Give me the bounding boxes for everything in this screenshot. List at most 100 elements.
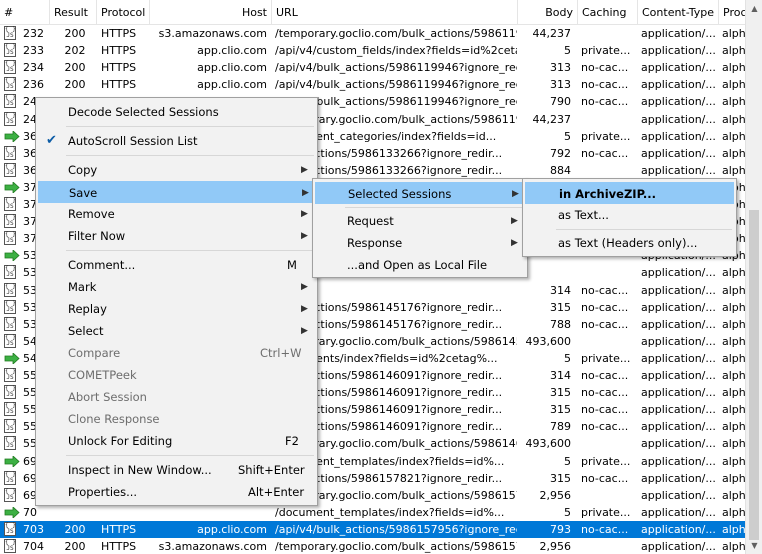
table-row[interactable]: { } JS 703 200 HTTPS app.clio.com/api/v4/bulk…: [0, 521, 745, 538]
menu-item-mark[interactable]: Mark ▶: [38, 276, 315, 298]
content-type-cell: application/...: [641, 540, 716, 553]
content-type-cell: application/...: [641, 437, 716, 450]
protocol-cell: HTTPS: [101, 540, 137, 553]
body-size-cell: 793: [550, 523, 571, 536]
menu-item-clone-response[interactable]: Clone Response: [38, 408, 315, 430]
caching-cell: [578, 111, 636, 128]
checkmark-icon: ✔: [46, 133, 57, 148]
process-cell: alpha: [722, 147, 745, 160]
process-cell: alpha: [722, 284, 745, 297]
menu-separator: [66, 250, 314, 251]
column-header-host[interactable]: Host: [150, 0, 272, 25]
redirect-arrow-icon: [4, 180, 20, 195]
menu-item-open-as-local-file[interactable]: ...and Open as Local File: [315, 254, 525, 276]
caching-cell: no-cac...: [581, 369, 629, 382]
menu-separator: [556, 229, 732, 230]
body-size-cell: 313: [550, 78, 571, 91]
menu-item-filter-now[interactable]: Filter Now ▶: [38, 225, 315, 247]
submenu-arrow-icon: ▶: [301, 231, 308, 241]
scroll-down-arrow-icon[interactable]: ▼: [746, 537, 762, 554]
body-size-cell: 788: [550, 318, 571, 331]
process-cell: alpha: [722, 352, 745, 365]
menu-item-comment[interactable]: Comment... M: [38, 254, 315, 276]
body-size-cell: 790: [550, 95, 571, 108]
column-header-content-type[interactable]: Content-Type: [638, 0, 719, 25]
column-header-caching[interactable]: Caching: [578, 0, 638, 25]
menu-item-response[interactable]: Response ▶: [315, 232, 525, 254]
submenu-arrow-icon: ▶: [301, 304, 308, 314]
menu-item-save[interactable]: Save ▶: [38, 181, 315, 203]
column-header-body[interactable]: Body: [518, 0, 578, 25]
menu-item-abort-session[interactable]: Abort Session: [38, 386, 315, 408]
menu-item-replay[interactable]: Replay ▶: [38, 298, 315, 320]
menu-item-autoscroll-session-list[interactable]: ✔ AutoScroll Session List: [38, 130, 315, 152]
caching-cell: no-cac...: [581, 472, 629, 485]
menu-item-inspect-in-new-window[interactable]: Inspect in New Window... Shift+Enter: [38, 459, 315, 481]
redirect-arrow-icon: [4, 505, 20, 520]
body-size-cell: 315: [550, 403, 571, 416]
menu-item-selected-sessions[interactable]: Selected Sessions ▶: [315, 182, 525, 204]
menu-item-decode-selected-sessions[interactable]: Decode Selected Sessions: [38, 101, 315, 123]
scrollbar-thumb[interactable]: [749, 210, 759, 540]
result-cell: [55, 504, 95, 521]
menu-item-properties[interactable]: Properties... Alt+Enter: [38, 481, 315, 503]
caching-cell: no-cac...: [581, 95, 629, 108]
javascript-file-icon: { } JS: [4, 436, 16, 450]
menu-item-as-text-headers-only[interactable]: as Text (Headers only)...: [525, 232, 734, 254]
body-size-cell: 5: [564, 130, 571, 143]
menu-separator: [345, 207, 523, 208]
process-cell: alpha: [722, 403, 745, 416]
result-cell: 200: [64, 523, 86, 536]
table-row[interactable]: { } JS 236 200 HTTPS app.clio.com/api/v4/bulk…: [0, 76, 745, 93]
submenu-arrow-icon: ▶: [511, 238, 518, 248]
content-type-cell: application/...: [641, 95, 716, 108]
content-type-cell: application/...: [641, 318, 716, 331]
content-type-cell: application/...: [641, 386, 716, 399]
menu-item-compare[interactable]: Compare Ctrl+W: [38, 342, 315, 364]
submenu-arrow-icon: ▶: [301, 282, 308, 292]
caching-cell: no-cac...: [581, 78, 629, 91]
caching-cell: [578, 25, 636, 42]
table-row[interactable]: { } JS 233 202 HTTPS app.clio.com/api/v4/cust…: [0, 42, 745, 59]
content-type-cell: application/...: [641, 352, 716, 365]
host-cell: app.clio.com: [197, 61, 267, 74]
menu-item-remove[interactable]: Remove ▶: [38, 203, 315, 225]
table-row[interactable]: 70/document_templates/index?fields=id%..…: [0, 504, 745, 521]
caching-cell: [578, 333, 636, 350]
table-row[interactable]: { } JS 232 200 HTTPS s3.amazonaws.com/tempora…: [0, 25, 745, 42]
javascript-file-icon: { } JS: [4, 317, 16, 331]
column-header-process[interactable]: Proc: [719, 0, 745, 25]
scroll-up-arrow-icon[interactable]: ▲: [746, 0, 762, 17]
submenu-arrow-icon: ▶: [301, 209, 308, 219]
url-cell: /api/v4/bulk_actions/5986119946?ignore_r…: [275, 61, 517, 74]
row-number: 703: [23, 523, 44, 536]
menu-item-unlock-for-editing[interactable]: Unlock For Editing F2: [38, 430, 315, 452]
menu-item-select[interactable]: Select ▶: [38, 320, 315, 342]
row-number: 236: [23, 78, 44, 91]
process-cell: alpha: [722, 130, 745, 143]
caching-cell: [578, 538, 636, 554]
vertical-scrollbar[interactable]: ▲ ▼: [745, 0, 762, 554]
column-header-url[interactable]: URL: [272, 0, 518, 25]
menu-item-in-archivezip[interactable]: in ArchiveZIP...: [525, 182, 734, 204]
column-header-protocol[interactable]: Protocol: [97, 0, 150, 25]
table-row[interactable]: { } JS 704 200 HTTPS s3.amazonaws.com/tempora…: [0, 538, 745, 554]
content-type-cell: application/...: [641, 130, 716, 143]
javascript-file-icon: { } JS: [4, 146, 16, 160]
result-cell: 202: [64, 44, 86, 57]
menu-item-as-text[interactable]: as Text...: [525, 204, 734, 226]
table-row[interactable]: { } JS 234 200 HTTPS app.clio.com/api/v4/bulk…: [0, 59, 745, 76]
process-cell: alpha: [722, 335, 745, 348]
column-header-result[interactable]: Result: [50, 0, 97, 25]
javascript-file-icon: { } JS: [4, 214, 16, 228]
column-header-num[interactable]: #: [0, 0, 50, 25]
menu-separator: [66, 455, 314, 456]
menu-item-copy[interactable]: Copy ▶: [38, 159, 315, 181]
body-size-cell: 789: [550, 420, 571, 433]
protocol-cell: [97, 504, 149, 521]
url-cell: /api/v4/bulk_actions/5986119946?ignore_r…: [275, 78, 517, 91]
menu-item-request[interactable]: Request ▶: [315, 210, 525, 232]
javascript-file-icon: { } JS: [4, 231, 16, 245]
menu-item-cometpeek[interactable]: COMETPeek: [38, 364, 315, 386]
content-type-cell: application/...: [641, 164, 716, 177]
